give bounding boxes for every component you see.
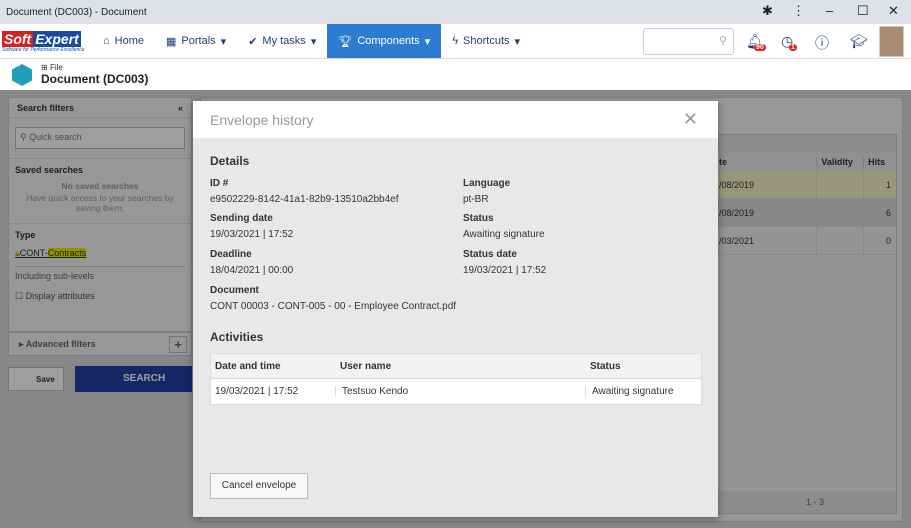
home-icon: ⌂ xyxy=(103,35,110,47)
envelope-history-dialog: Envelope history ✕ Details ID # e9502229-8… xyxy=(193,101,718,517)
breadcrumb-item[interactable]: File xyxy=(50,63,63,72)
label: Document xyxy=(210,285,259,296)
logo-tagline: Software for Performance Excellence xyxy=(2,46,85,53)
activities-table: Date and time User name Status 19/03/2021 … xyxy=(210,353,702,405)
logo-text: Expert xyxy=(33,30,81,47)
window-titlebar: Document (DC003) - Document ✱ ⋮ – ☐ ✕ xyxy=(0,0,911,24)
minimize-button[interactable]: – xyxy=(826,3,833,18)
field-sending-date: Sending date 19/03/2021 | 17:52 xyxy=(210,213,293,240)
label: Status xyxy=(463,213,494,224)
logo-text: Soft xyxy=(2,30,34,47)
maximize-button[interactable]: ☐ xyxy=(857,3,869,19)
nav-label: My tasks xyxy=(262,35,306,47)
field-status-date: Status date 19/03/2021 | 17:52 xyxy=(463,249,546,276)
check-icon: ✔ xyxy=(248,35,258,48)
column-header: Status xyxy=(590,360,621,372)
help-icon[interactable]: ⓘ xyxy=(815,33,829,53)
details-heading: Details xyxy=(210,154,250,168)
breadcrumb[interactable]: ⊞ File xyxy=(41,63,63,72)
extensions-icon[interactable]: ✱ xyxy=(762,3,773,19)
label: Status date xyxy=(463,249,517,260)
nav-portals[interactable]: ▦ Portals ▾ xyxy=(155,24,237,58)
label: ID # xyxy=(210,178,229,189)
grid-icon: ▦ xyxy=(166,35,177,48)
table-row: 19/03/2021 | 17:52 Testsuo Kendo Awaiting … xyxy=(211,379,701,404)
close-window-button[interactable]: ✕ xyxy=(888,3,899,19)
page-header: ⊞ File Document (DC003) xyxy=(0,59,911,90)
cell: 19/03/2021 | 17:52 xyxy=(211,386,336,397)
field-language: Language pt-BR xyxy=(463,178,510,205)
field-status: Status Awaiting signature xyxy=(463,213,545,240)
nav-my-tasks[interactable]: ✔ My tasks ▾ xyxy=(237,24,327,58)
value: Awaiting signature xyxy=(463,229,545,240)
field-id: ID # e9502229-8142-41a1-82b9-13510a2bb4ef xyxy=(210,178,399,205)
label: Language xyxy=(463,178,511,189)
cell: Testsuo Kendo xyxy=(336,386,586,397)
global-search-input[interactable]: ⚲ xyxy=(643,28,734,55)
document-icon xyxy=(12,64,32,86)
logo[interactable]: Soft Expert Software for Performance Excel… xyxy=(0,24,92,59)
cancel-envelope-button[interactable]: Cancel envelope xyxy=(210,473,308,499)
value: 19/03/2021 | 17:52 xyxy=(210,229,294,240)
nav-label: Portals xyxy=(181,35,216,47)
window-title: Document (DC003) - Document xyxy=(6,6,147,18)
nav-label: Components xyxy=(357,35,420,47)
column-header: User name xyxy=(340,360,392,372)
avatar[interactable] xyxy=(879,26,904,57)
activities-heading: Activities xyxy=(210,330,264,344)
search-icon: ⚲ xyxy=(718,35,727,47)
value: CONT 00003 - CONT-005 - 00 - Employee Co… xyxy=(210,301,457,312)
close-icon[interactable]: ✕ xyxy=(683,109,698,130)
value: 18/04/2021 | 00:00 xyxy=(210,265,294,276)
column-header: Date and time xyxy=(215,360,281,372)
menu-icon[interactable]: ⋮ xyxy=(792,3,805,19)
label: Sending date xyxy=(210,213,273,224)
notification-badge: 90 xyxy=(754,44,766,51)
nav-home[interactable]: ⌂ Home xyxy=(92,24,155,58)
trophy-icon: 🏆︎ xyxy=(338,35,353,48)
value: e9502229-8142-41a1-82b9-13510a2bb4ef xyxy=(210,194,399,205)
nav-components[interactable]: 🏆︎ Components ▾ xyxy=(327,24,442,58)
alert-badge: 1 xyxy=(789,44,797,51)
field-document: Document CONT 00003 - CONT-005 - 00 - Emp… xyxy=(210,285,456,312)
nav-shortcuts[interactable]: ϟ Shortcuts ▾ xyxy=(441,24,531,58)
value: pt-BR xyxy=(463,194,489,205)
top-nav: Soft Expert Software for Performance Excel… xyxy=(0,24,911,59)
value: 19/03/2021 | 17:52 xyxy=(463,265,547,276)
nav-label: Home xyxy=(114,35,144,47)
bolt-icon: ϟ xyxy=(452,35,459,47)
page-title: Document (DC003) xyxy=(41,72,149,86)
label: Deadline xyxy=(210,249,252,260)
field-deadline: Deadline 18/04/2021 | 00:00 xyxy=(210,249,293,276)
cell: Awaiting signature xyxy=(592,386,674,397)
dialog-title: Envelope history xyxy=(210,111,314,128)
graduation-cap-icon[interactable]: 🎓︎ xyxy=(850,33,868,50)
nav-label: Shortcuts xyxy=(463,35,510,47)
